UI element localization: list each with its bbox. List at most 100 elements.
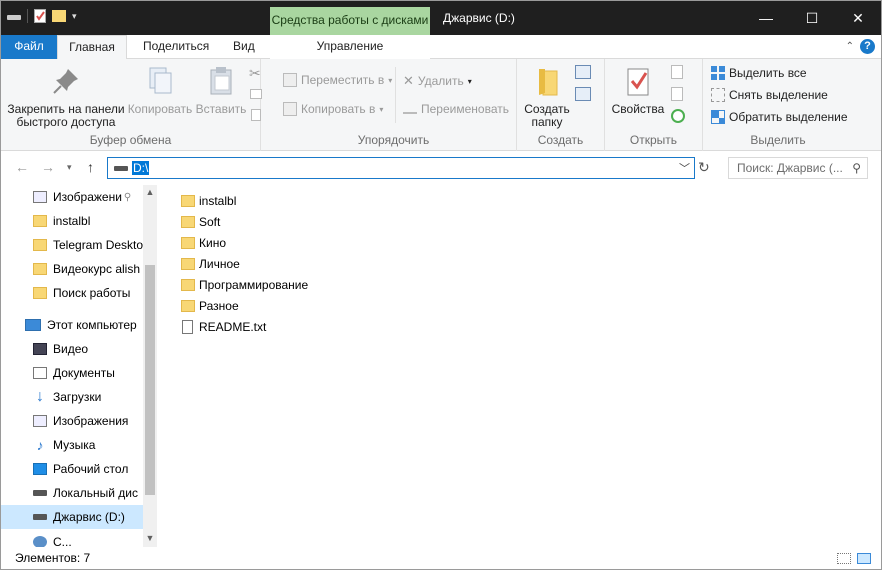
delete-button[interactable]: ✕ Удалить ▾ <box>403 73 472 89</box>
sidebar-item-videocourse[interactable]: Видеокурс alish <box>1 257 143 281</box>
navigation-pane: Изображени ⚲ instalbl Telegram Deskto Вид… <box>1 185 157 547</box>
refresh-icon[interactable]: ↻ <box>698 159 710 176</box>
tab-view[interactable]: Вид <box>221 35 267 59</box>
drive-icon <box>33 490 47 496</box>
close-button[interactable]: ✕ <box>835 1 881 35</box>
downloads-icon: ↓ <box>36 388 44 405</box>
folder-icon <box>181 278 195 291</box>
list-item[interactable]: Личное <box>181 253 240 274</box>
sidebar-item-local-disk[interactable]: Локальный дис <box>1 481 143 505</box>
search-placeholder: Поиск: Джарвис (... <box>737 161 843 175</box>
properties-button[interactable]: Свойства <box>607 65 669 116</box>
tab-file[interactable]: Файл <box>1 35 57 59</box>
new-folder-button[interactable]: Создать папку <box>521 65 573 129</box>
search-input[interactable]: Поиск: Джарвис (... ⚲ <box>728 157 868 179</box>
help-icon[interactable]: ? <box>860 39 875 54</box>
scroll-down-icon[interactable]: ▼ <box>143 533 157 543</box>
list-item[interactable]: Кино <box>181 232 226 253</box>
tab-home[interactable]: Главная <box>57 35 127 60</box>
file-name: README.txt <box>199 319 267 334</box>
rename-label: Переименовать <box>421 102 509 116</box>
list-item[interactable]: Программирование <box>181 274 308 295</box>
expand-ribbon-icon[interactable]: ⌃ <box>846 41 854 52</box>
scroll-up-icon[interactable]: ▲ <box>143 187 157 197</box>
properties-icon[interactable] <box>34 9 46 23</box>
details-view-icon[interactable] <box>837 553 851 564</box>
chevron-down-icon[interactable]: ﹀ <box>679 160 690 176</box>
copy-to-icon <box>283 102 297 116</box>
address-bar[interactable]: D:\ ﹀ <box>107 157 695 179</box>
copy-to-button[interactable]: Копировать в ▾ <box>283 102 383 116</box>
copy-path-icon[interactable] <box>250 89 262 99</box>
forward-arrow-icon[interactable]: → <box>41 159 55 175</box>
music-icon: ♪ <box>36 437 44 453</box>
explorer-window: ▾ Средства работы с дисками Джарвис (D:)… <box>0 0 882 570</box>
history-icon[interactable] <box>671 109 685 123</box>
up-arrow-icon[interactable]: ↑ <box>87 159 94 175</box>
invert-selection-button[interactable]: Обратить выделение <box>711 110 848 124</box>
group-organize: Переместить в ▾ Копировать в ▾ ✕ Удалить ▾ … <box>271 59 517 151</box>
sidebar-item-this-pc[interactable]: Этот компьютер <box>1 313 143 337</box>
drive-icon <box>7 15 21 20</box>
title-bar: ▾ Средства работы с дисками Джарвис (D:)… <box>1 1 881 35</box>
select-none-button[interactable]: Снять выделение <box>711 88 828 102</box>
list-item[interactable]: instalbl <box>181 190 236 211</box>
new-folder-icon[interactable] <box>52 10 66 22</box>
navigation-bar: ← → ▾ ↑ D:\ ﹀ ↻ Поиск: Джарвис (... ⚲ <box>1 151 881 185</box>
rename-button[interactable]: Переименовать <box>403 102 509 116</box>
folder-icon <box>33 215 47 227</box>
list-item[interactable]: README.txt <box>181 316 266 337</box>
address-path[interactable]: D:\ <box>132 161 150 175</box>
scrollbar-thumb[interactable] <box>145 265 155 495</box>
folder-icon <box>181 299 195 312</box>
sidebar-item-video[interactable]: Видео <box>1 337 143 361</box>
move-to-button[interactable]: Переместить в ▾ <box>283 73 392 87</box>
minimize-button[interactable]: — <box>743 1 789 35</box>
sidebar-item-label: Видеокурс alish <box>53 262 140 276</box>
back-arrow-icon[interactable]: ← <box>15 159 29 175</box>
sidebar-item-music[interactable]: ♪ Музыка <box>1 433 143 457</box>
sidebar-item-pictures-pinned[interactable]: Изображени ⚲ <box>1 185 143 209</box>
video-icon <box>33 343 47 355</box>
new-item-icon[interactable] <box>575 65 591 79</box>
sidebar-item-instalbl[interactable]: instalbl <box>1 209 143 233</box>
delete-icon: ✕ <box>403 73 414 88</box>
paste-shortcut-icon[interactable] <box>251 109 261 121</box>
group-clipboard: Закрепить на панели быстрого доступа Коп… <box>1 59 262 151</box>
pin-icon <box>53 69 78 94</box>
select-none-label: Снять выделение <box>729 88 828 102</box>
sidebar-item-label: Документы <box>53 366 115 380</box>
recent-locations-icon[interactable]: ▾ <box>67 162 72 173</box>
paste-button[interactable]: Вставить <box>193 65 249 116</box>
sidebar-scrollbar[interactable]: ▲ ▼ <box>143 185 157 547</box>
folder-icon <box>33 239 47 251</box>
tab-manage[interactable]: Управление <box>270 35 430 59</box>
qat-dropdown-icon[interactable]: ▾ <box>72 11 77 22</box>
tab-share[interactable]: Поделиться <box>131 35 221 59</box>
pin-icon: ⚲ <box>123 191 132 203</box>
invert-selection-label: Обратить выделение <box>729 110 848 124</box>
paste-label: Вставить <box>195 102 247 116</box>
sidebar-item-network[interactable]: С... <box>1 535 143 547</box>
sidebar-item-pictures[interactable]: Изображения <box>1 409 143 433</box>
large-icons-view-icon[interactable] <box>857 553 871 564</box>
chevron-down-icon: ▾ <box>388 75 393 85</box>
sidebar-item-documents[interactable]: Документы <box>1 361 143 385</box>
easy-access-icon[interactable] <box>575 87 591 101</box>
sidebar-item-downloads[interactable]: ↓ Загрузки <box>1 385 143 409</box>
edit-icon[interactable] <box>671 87 683 101</box>
sidebar-item-telegram[interactable]: Telegram Deskto <box>1 233 143 257</box>
copy-button[interactable]: Копировать <box>127 65 193 116</box>
sidebar-item-label: Музыка <box>53 438 96 452</box>
open-icon[interactable] <box>671 65 683 79</box>
maximize-button[interactable]: ☐ <box>789 1 835 35</box>
sidebar-item-desktop[interactable]: Рабочий стол <box>1 457 143 481</box>
sidebar-item-job-search[interactable]: Поиск работы <box>1 281 143 305</box>
select-all-button[interactable]: Выделить все <box>711 66 807 80</box>
list-item[interactable]: Soft <box>181 211 220 232</box>
sidebar-item-label: instalbl <box>53 214 91 228</box>
list-item[interactable]: Разное <box>181 295 239 316</box>
pin-to-quick-access-button[interactable]: Закрепить на панели быстрого доступа <box>5 65 127 129</box>
sidebar-item-jarvis-d[interactable]: Джарвис (D:) <box>1 505 143 529</box>
cut-icon[interactable]: ✂ <box>249 65 261 82</box>
